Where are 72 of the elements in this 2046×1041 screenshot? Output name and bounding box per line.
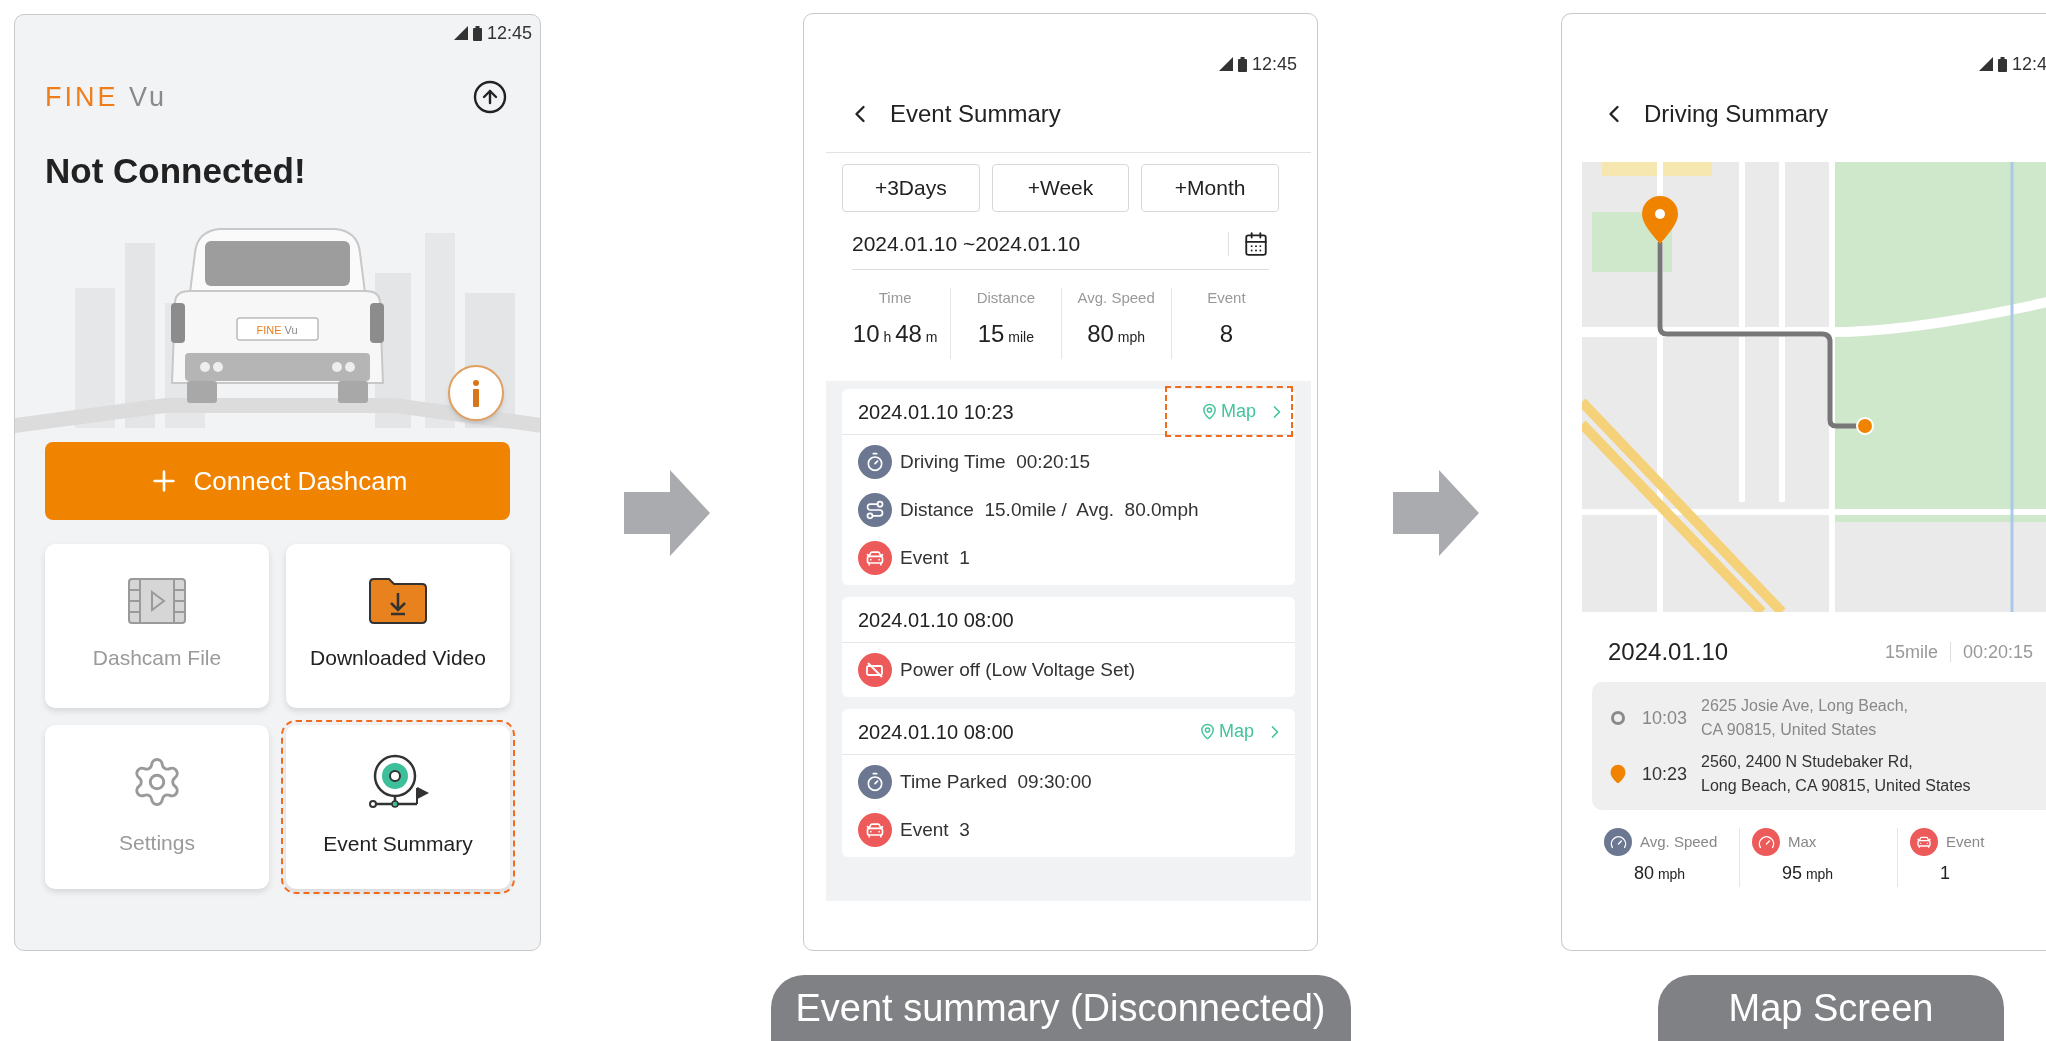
stop-time: 10:23 <box>1642 762 1688 786</box>
stop-time: 10:03 <box>1642 706 1688 730</box>
stat-label: Event <box>1207 288 1246 308</box>
stat-label: Max <box>1788 831 1817 852</box>
status-time: 12:45 <box>486 22 532 44</box>
trip-date: 2024.01.10 <box>1608 637 1729 667</box>
calendar-icon[interactable] <box>1243 230 1269 257</box>
screen-title: Event Summary <box>890 99 1061 129</box>
info-icon <box>471 379 481 407</box>
event-detail: Distance 15.0mile / Avg. 80.0mph <box>900 497 1199 522</box>
map-pin-icon <box>1199 723 1216 740</box>
end-pin-icon <box>1608 764 1628 784</box>
start-point-icon <box>1610 710 1626 726</box>
trip-duration: 00:20:15 <box>1962 640 2033 664</box>
event-datetime: 2024.01.10 10:23 <box>858 399 1014 425</box>
stat-value: 10 h 48 m <box>852 319 938 349</box>
gauge-icon <box>1604 828 1632 856</box>
car-alert-icon <box>858 541 892 575</box>
car-alert-icon <box>858 813 892 847</box>
gauge-icon <box>1752 828 1780 856</box>
stat-value: 15 mile <box>977 319 1034 349</box>
folder-download-icon <box>369 578 427 625</box>
flow-arrow-icon <box>1393 470 1479 556</box>
stat-value: 80 mph <box>1087 319 1146 349</box>
trip-distance: 15mile <box>1884 640 1938 664</box>
battery-icon <box>472 25 482 41</box>
signal-icon <box>1218 57 1233 71</box>
battery-icon <box>1237 56 1247 72</box>
flow-arrow-icon <box>624 470 710 556</box>
stat-value: 80 mph <box>1633 862 1687 885</box>
range-button[interactable]: +Week <box>991 164 1130 212</box>
stat-label: Avg. Speed <box>1077 288 1155 308</box>
car-alert-icon <box>1910 828 1938 856</box>
stat-value: 1 <box>1939 862 1951 885</box>
location-flag-icon <box>367 754 429 811</box>
route-icon <box>858 493 892 527</box>
event-detail: Event 1 <box>900 545 970 570</box>
screen-caption: Event summary (Disconnected) <box>770 975 1351 1041</box>
battery-icon <box>1997 56 2007 72</box>
film-strip-icon <box>128 578 186 625</box>
map-pin-icon <box>1201 403 1218 420</box>
upload-icon[interactable] <box>472 79 508 115</box>
stat-value: 8 <box>1219 319 1234 349</box>
stopwatch-icon <box>858 445 892 479</box>
signal-icon <box>453 26 468 40</box>
menu-tile[interactable]: Downloaded Video <box>286 544 510 708</box>
date-range-text: 2024.01.10 ~2024.01.10 <box>852 230 1081 257</box>
event-datetime: 2024.01.10 08:00 <box>858 719 1014 745</box>
stop-address: 2560, 2400 N Studebaker Rd, Long Beach, CA 90815, United States <box>1701 752 1971 796</box>
battery-off-icon <box>858 653 892 687</box>
brand-logo: FINE Vu <box>45 81 168 113</box>
event-detail: Driving Time 00:20:15 <box>900 449 1091 474</box>
signal-icon <box>1978 57 1993 71</box>
stat-label: Event <box>1946 831 1985 852</box>
stat-label: Avg. Speed <box>1640 831 1718 852</box>
range-button[interactable]: +3Days <box>842 164 980 212</box>
status-time: 12:4 <box>2011 53 2046 75</box>
connection-heading: Not Connected! <box>44 150 307 192</box>
event-datetime: 2024.01.10 08:00 <box>858 607 1014 633</box>
stat-label: Distance <box>976 288 1036 308</box>
screen-caption: Map Screen <box>1658 975 2004 1041</box>
stopwatch-icon <box>858 765 892 799</box>
range-button[interactable]: +Month <box>1141 164 1279 212</box>
plate-logo: FINE Vu <box>256 324 298 336</box>
stop-address: 2625 Josie Ave, Long Beach, CA 90815, United States <box>1701 696 1909 740</box>
stat-label: Time <box>878 288 912 308</box>
event-detail: Power off (Low Voltage Set) <box>900 657 1136 682</box>
event-detail: Event 3 <box>900 817 970 842</box>
screen-title: Driving Summary <box>1644 99 1829 129</box>
status-time: 12:45 <box>1251 53 1297 75</box>
stat-value: 95 mph <box>1781 862 1835 885</box>
event-detail: Time Parked 09:30:00 <box>900 769 1092 794</box>
